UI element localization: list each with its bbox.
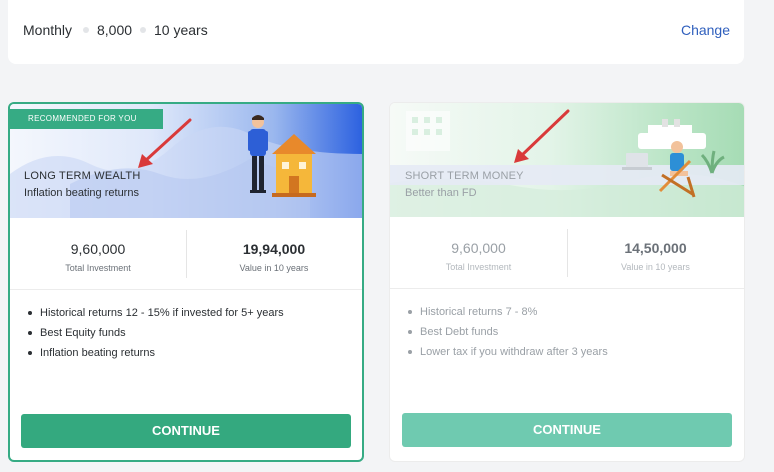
list-item: Inflation beating returns xyxy=(24,347,284,360)
plan-subtitle: Better than FD xyxy=(405,187,477,199)
future-value-label: Value in 10 years xyxy=(621,262,690,272)
recommended-badge: RECOMMENDED FOR YOU xyxy=(10,109,163,129)
plan-subtitle: Inflation beating returns xyxy=(24,187,139,199)
list-item: Best Debt funds xyxy=(404,326,608,339)
total-investment-stat: 9,60,000 Total Investment xyxy=(390,217,567,289)
plan-stats: 9,60,000 Total Investment 14,50,000 Valu… xyxy=(390,217,744,289)
list-item: Best Equity funds xyxy=(24,327,284,340)
amount-value: 8,000 xyxy=(97,22,133,38)
investment-summary-bar: Monthly 8,000 10 years Change xyxy=(8,0,744,64)
separator-dot xyxy=(140,27,146,33)
change-link[interactable]: Change xyxy=(681,22,730,38)
plan-card-short-term-money[interactable]: SHORT TERM MONEY Better than FD 9,60,000… xyxy=(389,102,745,462)
feature-list: Historical returns 12 - 15% if invested … xyxy=(24,307,284,367)
continue-button[interactable]: CONTINUE xyxy=(21,414,351,448)
plan-banner: SHORT TERM MONEY Better than FD xyxy=(390,103,744,217)
total-investment-value: 9,60,000 xyxy=(451,240,506,256)
total-investment-label: Total Investment xyxy=(445,262,512,272)
plan-card-long-term-wealth[interactable]: RECOMMENDED FOR YOU LONG TERM WEALTH Inf… xyxy=(8,102,364,462)
continue-button[interactable]: CONTINUE xyxy=(402,413,732,447)
list-item: Historical returns 12 - 15% if invested … xyxy=(24,307,284,320)
duration-value: 10 years xyxy=(154,22,208,38)
total-investment-label: Total Investment xyxy=(65,263,131,273)
plan-title: SHORT TERM MONEY xyxy=(405,170,524,182)
future-value: 19,94,000 xyxy=(242,241,306,257)
future-value-stat: 14,50,000 Value in 10 years xyxy=(567,217,744,289)
separator-dot xyxy=(83,27,89,33)
plan-title: LONG TERM WEALTH xyxy=(24,170,141,182)
list-item: Lower tax if you withdraw after 3 years xyxy=(404,346,608,359)
future-value-stat: 19,94,000 Value in 10 years xyxy=(186,218,362,290)
total-investment-value: 9,60,000 xyxy=(70,241,126,257)
feature-list: Historical returns 7 - 8% Best Debt fund… xyxy=(404,306,608,366)
future-value: 14,50,000 xyxy=(624,240,687,256)
frequency-value: Monthly xyxy=(23,22,73,38)
future-value-label: Value in 10 years xyxy=(239,263,309,273)
total-investment-stat: 9,60,000 Total Investment xyxy=(10,218,186,290)
list-item: Historical returns 7 - 8% xyxy=(404,306,608,319)
plan-banner: RECOMMENDED FOR YOU LONG TERM WEALTH Inf… xyxy=(10,104,362,218)
plan-stats: 9,60,000 Total Investment 19,94,000 Valu… xyxy=(10,218,362,290)
